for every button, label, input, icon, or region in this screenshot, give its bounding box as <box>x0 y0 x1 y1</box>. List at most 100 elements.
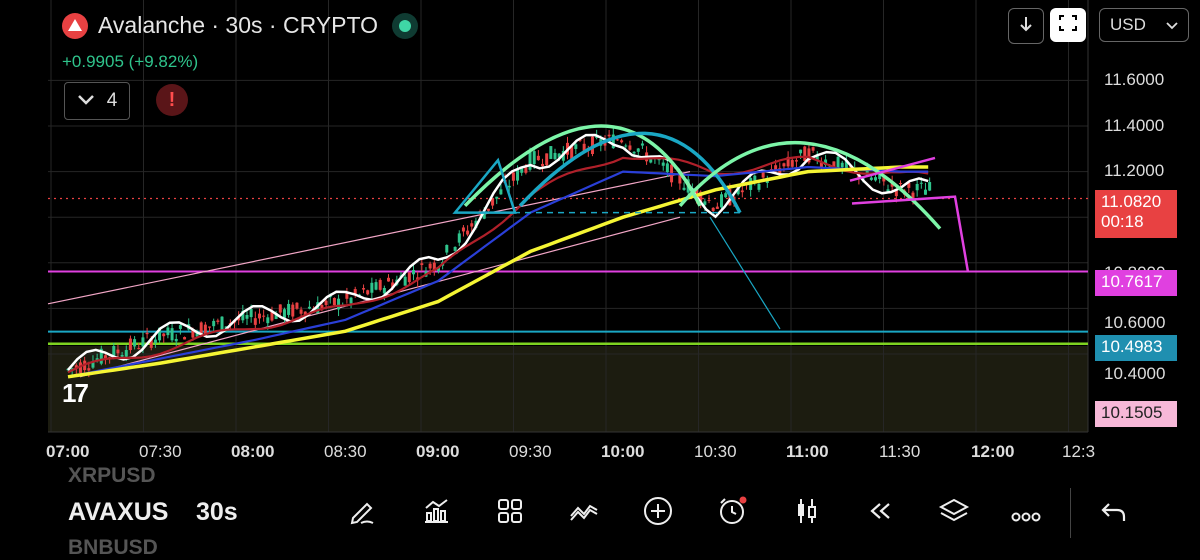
time-label: 09:00 <box>416 442 460 461</box>
candle-body <box>899 183 902 185</box>
fit-screen-icon <box>1058 13 1078 38</box>
candle-body <box>541 163 545 167</box>
chart-area[interactable]: Avalanche · 30s · CRYPTO +0.9905 (+9.82%… <box>0 0 1200 470</box>
candle-body <box>794 160 798 162</box>
candle-body <box>524 167 528 173</box>
avalanche-logo-icon <box>62 12 88 39</box>
candle-body <box>374 282 378 290</box>
indicators-toggle-button[interactable]: 4 <box>64 82 130 120</box>
market-open-status-icon <box>391 12 418 39</box>
candle-body <box>282 309 286 318</box>
grid-icon <box>495 496 525 533</box>
candle-body <box>387 277 391 282</box>
toolbar-divider <box>1070 488 1071 538</box>
candle-body <box>707 200 711 202</box>
candle-body <box>124 350 128 357</box>
candle-body <box>928 182 932 191</box>
layouts-button[interactable] <box>492 496 528 532</box>
candle-body <box>782 163 786 167</box>
candle-body <box>178 325 182 329</box>
candle-body <box>574 144 578 149</box>
layers-icon <box>938 496 970 533</box>
symbol-title[interactable]: Avalanche · 30s · CRYPTO <box>98 12 378 39</box>
undo-button[interactable] <box>1096 496 1132 532</box>
candle-body <box>291 304 295 317</box>
candle-body <box>362 288 366 290</box>
candle-body <box>378 279 382 290</box>
price-label: 10.4000 <box>1104 364 1166 383</box>
alert-icon[interactable]: ! <box>156 84 188 116</box>
alarm-clock-icon <box>716 495 748 534</box>
candle-body <box>183 337 187 340</box>
layers-button[interactable] <box>936 496 972 532</box>
candle-body <box>366 290 370 295</box>
candle-body <box>740 190 744 193</box>
interval-selector[interactable]: 30s <box>196 498 238 527</box>
drawing-tools-button[interactable] <box>344 496 380 532</box>
candle-body <box>799 149 803 154</box>
auto-scale-button[interactable] <box>1050 8 1086 42</box>
undo-arrow-icon <box>1099 496 1129 533</box>
candle-body <box>753 175 757 181</box>
price-label: 11.6000 <box>1104 70 1165 89</box>
currency-select[interactable]: USD <box>1099 8 1189 42</box>
candle-body <box>407 272 411 283</box>
candle-body <box>632 151 636 154</box>
candle-body <box>337 298 341 310</box>
time-label: 12:3 <box>1062 442 1096 461</box>
replay-button[interactable] <box>862 496 898 532</box>
candle-body <box>420 263 424 266</box>
candle-body <box>128 338 132 351</box>
download-button[interactable] <box>1008 8 1044 44</box>
compare-button[interactable] <box>566 496 602 532</box>
symbol-list-prev[interactable]: XRPUSD <box>68 464 156 488</box>
candle-body <box>607 134 611 137</box>
candle-body <box>499 189 503 195</box>
alerts-button[interactable] <box>714 496 750 532</box>
candle-body <box>545 153 549 166</box>
candle-body <box>137 348 141 350</box>
chart-indicator-icon <box>421 496 451 533</box>
candle-body <box>665 163 669 173</box>
price-label: 11.4000 <box>1104 116 1165 135</box>
candle-body <box>811 147 815 151</box>
candle-body <box>133 339 137 347</box>
symbol-selector[interactable]: AVAXUS <box>68 498 168 527</box>
candle-body <box>245 315 249 319</box>
time-label: 07:30 <box>139 442 182 461</box>
chevron-down-icon <box>77 90 95 112</box>
symbol-header[interactable]: Avalanche · 30s · CRYPTO <box>62 12 418 39</box>
candle-body <box>445 244 449 253</box>
candle-body <box>166 327 170 336</box>
shaded-zone <box>48 346 1088 432</box>
candle-body <box>803 146 807 162</box>
more-dots-icon <box>1010 499 1042 530</box>
candle-body <box>162 333 166 337</box>
candle-body <box>757 183 761 190</box>
time-label: 09:30 <box>509 442 552 461</box>
candle-body <box>262 315 266 317</box>
candlestick-icon <box>791 496 821 533</box>
chart-type-button[interactable] <box>788 496 824 532</box>
candle-body <box>461 227 465 232</box>
time-label: 12:00 <box>971 442 1015 461</box>
candle-body <box>495 196 499 199</box>
magenta-pattern <box>849 156 970 273</box>
candle-body <box>720 194 724 208</box>
candle-body <box>724 193 728 198</box>
add-button[interactable] <box>640 496 676 532</box>
time-label: 08:00 <box>231 442 275 461</box>
symbol-list-next[interactable]: BNBUSD <box>68 536 158 560</box>
indicators-button[interactable] <box>418 496 454 532</box>
candle-body <box>549 146 553 159</box>
candle-body <box>116 349 120 354</box>
candle-body <box>761 172 765 178</box>
candle-body <box>923 189 927 195</box>
candle-body <box>324 300 328 306</box>
candle-body <box>170 328 174 341</box>
red-ma-line <box>67 155 929 374</box>
bottom-toolbar: XRPUSD AVAXUS 30s BNBUSD <box>0 464 1200 559</box>
candle-body <box>553 152 557 160</box>
more-button[interactable] <box>1008 496 1044 532</box>
candle-body <box>428 263 432 269</box>
